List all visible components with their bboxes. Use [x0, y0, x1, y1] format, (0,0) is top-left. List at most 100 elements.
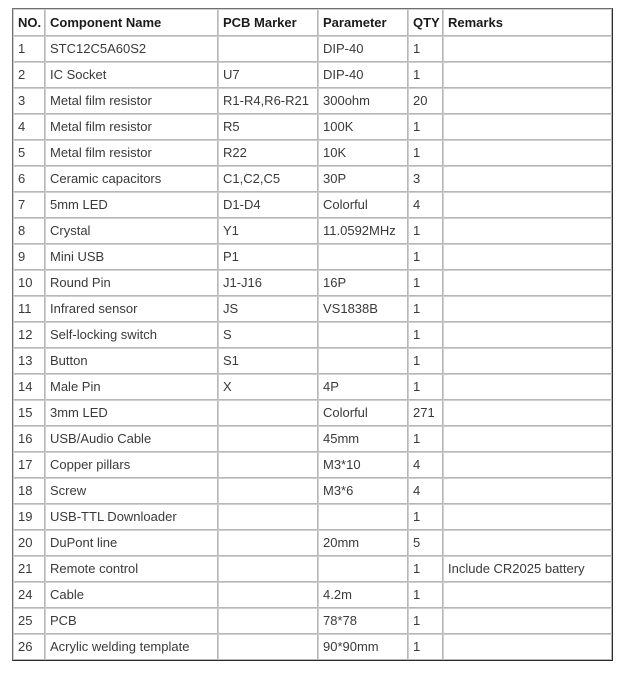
cell-marker: S [218, 322, 318, 348]
cell-qty: 4 [408, 478, 443, 504]
cell-param: M3*6 [318, 478, 408, 504]
table-row: 12 Self-locking switch S 1 [13, 322, 612, 348]
cell-name: Self-locking switch [45, 322, 218, 348]
cell-no: 17 [13, 452, 45, 478]
table-row: 11 Infrared sensor JS VS1838B 1 [13, 296, 612, 322]
cell-param: 16P [318, 270, 408, 296]
table-row: 7 5mm LED D1-D4 Colorful 4 [13, 192, 612, 218]
cell-qty: 1 [408, 218, 443, 244]
cell-no: 8 [13, 218, 45, 244]
cell-remarks [443, 62, 612, 88]
cell-remarks [443, 270, 612, 296]
cell-marker: JS [218, 296, 318, 322]
cell-remarks [443, 114, 612, 140]
cell-qty: 1 [408, 608, 443, 634]
cell-name: 5mm LED [45, 192, 218, 218]
cell-remarks [443, 452, 612, 478]
cell-remarks [443, 192, 612, 218]
table-row: 15 3mm LED Colorful 271 [13, 400, 612, 426]
cell-no: 4 [13, 114, 45, 140]
table-row: 19 USB-TTL Downloader 1 [13, 504, 612, 530]
cell-marker [218, 530, 318, 556]
table-row: 13 Button S1 1 [13, 348, 612, 374]
cell-no: 12 [13, 322, 45, 348]
cell-param: 4.2m [318, 582, 408, 608]
cell-qty: 1 [408, 348, 443, 374]
cell-qty: 5 [408, 530, 443, 556]
cell-param: M3*10 [318, 452, 408, 478]
cell-qty: 3 [408, 166, 443, 192]
cell-remarks [443, 36, 612, 62]
table-header: NO. Component Name PCB Marker Parameter … [13, 9, 612, 36]
cell-param: 300ohm [318, 88, 408, 114]
cell-param: 10K [318, 140, 408, 166]
column-header-remarks: Remarks [443, 9, 612, 36]
cell-marker [218, 452, 318, 478]
cell-param: 30P [318, 166, 408, 192]
cell-qty: 1 [408, 634, 443, 660]
cell-no: 1 [13, 36, 45, 62]
table-row: 6 Ceramic capacitors C1,C2,C5 30P 3 [13, 166, 612, 192]
cell-remarks [443, 400, 612, 426]
table-row: 25 PCB 78*78 1 [13, 608, 612, 634]
cell-param: VS1838B [318, 296, 408, 322]
cell-name: IC Socket [45, 62, 218, 88]
cell-qty: 1 [408, 556, 443, 582]
cell-marker: U7 [218, 62, 318, 88]
component-list-table: NO. Component Name PCB Marker Parameter … [12, 8, 613, 661]
cell-marker: D1-D4 [218, 192, 318, 218]
cell-param: DIP-40 [318, 36, 408, 62]
cell-marker [218, 504, 318, 530]
cell-no: 7 [13, 192, 45, 218]
table-row: 1 STC12C5A60S2 DIP-40 1 [13, 36, 612, 62]
cell-name: Button [45, 348, 218, 374]
cell-remarks [443, 634, 612, 660]
cell-qty: 1 [408, 140, 443, 166]
cell-name: DuPont line [45, 530, 218, 556]
cell-param [318, 348, 408, 374]
cell-remarks [443, 166, 612, 192]
cell-remarks [443, 88, 612, 114]
table-row: 2 IC Socket U7 DIP-40 1 [13, 62, 612, 88]
table-body: 1 STC12C5A60S2 DIP-40 1 2 IC Socket U7 DIP-40 1 3… [13, 36, 612, 660]
cell-remarks [443, 296, 612, 322]
cell-remarks [443, 504, 612, 530]
cell-param [318, 244, 408, 270]
cell-name: Acrylic welding template [45, 634, 218, 660]
cell-remarks [443, 530, 612, 556]
column-header-name: Component Name [45, 9, 218, 36]
page-root: NO. Component Name PCB Marker Parameter … [0, 0, 625, 674]
cell-marker [218, 400, 318, 426]
cell-marker: X [218, 374, 318, 400]
cell-no: 5 [13, 140, 45, 166]
cell-name: Metal film resistor [45, 114, 218, 140]
cell-marker [218, 608, 318, 634]
table-header-row: NO. Component Name PCB Marker Parameter … [13, 9, 612, 36]
cell-name: PCB [45, 608, 218, 634]
cell-qty: 1 [408, 322, 443, 348]
cell-param: Colorful [318, 400, 408, 426]
cell-remarks [443, 218, 612, 244]
cell-name: Metal film resistor [45, 88, 218, 114]
table-row: 5 Metal film resistor R22 10K 1 [13, 140, 612, 166]
cell-marker: S1 [218, 348, 318, 374]
cell-name: Copper pillars [45, 452, 218, 478]
cell-name: Ceramic capacitors [45, 166, 218, 192]
cell-no: 19 [13, 504, 45, 530]
table-row: 18 Screw M3*6 4 [13, 478, 612, 504]
cell-name: Screw [45, 478, 218, 504]
cell-marker: R22 [218, 140, 318, 166]
cell-qty: 4 [408, 192, 443, 218]
table-row: 24 Cable 4.2m 1 [13, 582, 612, 608]
cell-param: 100K [318, 114, 408, 140]
cell-no: 11 [13, 296, 45, 322]
cell-no: 18 [13, 478, 45, 504]
table-row: 16 USB/Audio Cable 45mm 1 [13, 426, 612, 452]
column-header-no: NO. [13, 9, 45, 36]
cell-qty: 1 [408, 504, 443, 530]
cell-name: Crystal [45, 218, 218, 244]
cell-no: 2 [13, 62, 45, 88]
table-row: 21 Remote control 1 Include CR2025 battery [13, 556, 612, 582]
cell-remarks [443, 478, 612, 504]
cell-qty: 1 [408, 374, 443, 400]
